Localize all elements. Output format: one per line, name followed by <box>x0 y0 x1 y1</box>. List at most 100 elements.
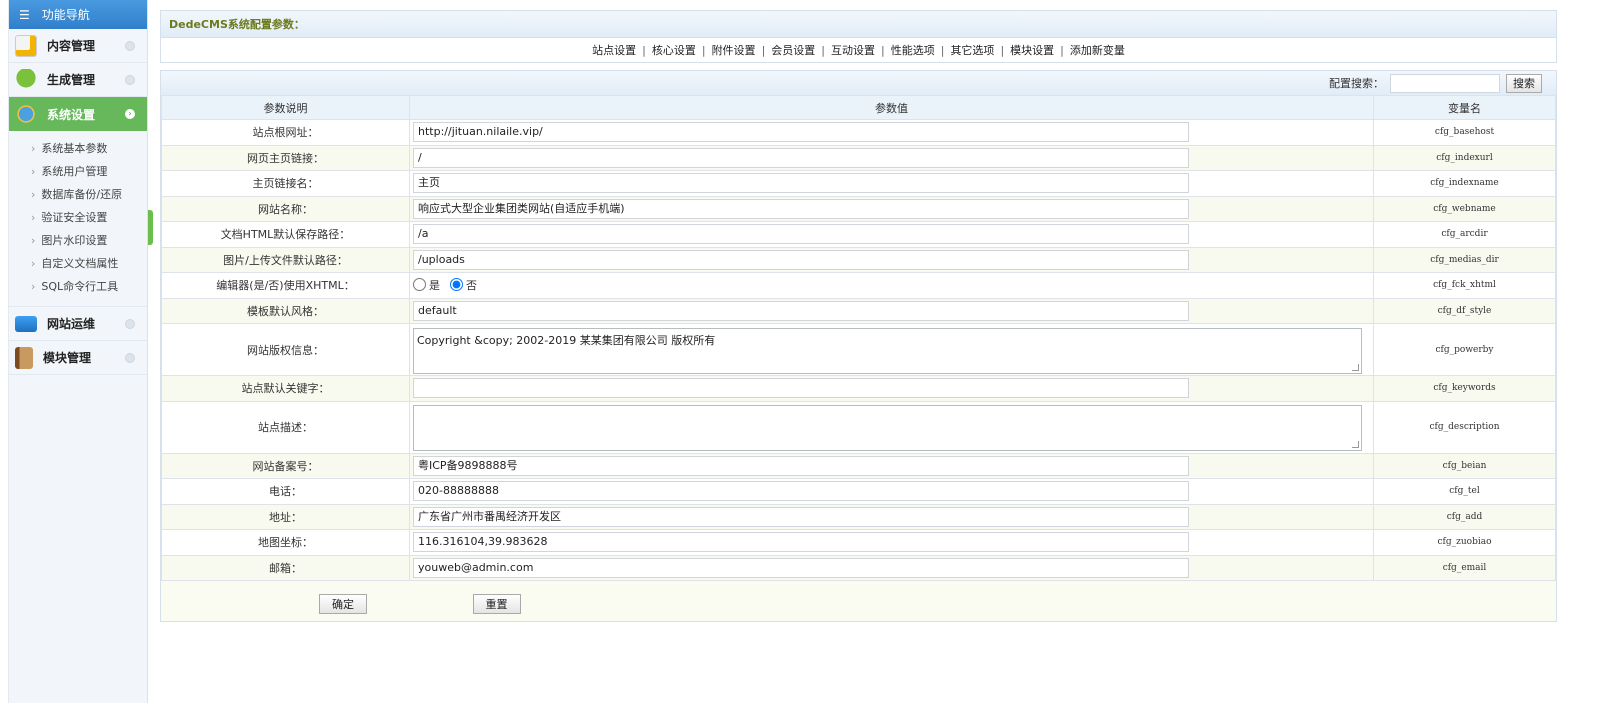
submenu-item[interactable]: 系统基本参数 <box>9 137 147 160</box>
param-value: youweb@admin.com <box>409 554 1374 581</box>
param-label: 邮箱： <box>161 554 410 581</box>
config-tab[interactable]: 站点设置 <box>592 44 636 57</box>
cfg_beian-input[interactable]: 粤ICP备9898888号 <box>413 455 1189 476</box>
param-label: 主页链接名： <box>161 170 410 197</box>
cfg_zuobiao-input[interactable]: 116.316104,39.983628 <box>413 532 1189 553</box>
config-tab[interactable]: 附件设置 <box>712 44 756 57</box>
variable-name: cfg_webname <box>1373 195 1556 222</box>
reset-button[interactable]: 重置 <box>472 594 521 614</box>
monitor-icon <box>15 315 37 332</box>
tab-separator: | <box>1000 44 1005 57</box>
cfg_arcdir-input[interactable]: /a <box>413 224 1189 245</box>
submenu-item[interactable]: SQL命令行工具 <box>9 275 147 298</box>
param-label: 文档HTML默认保存路径： <box>161 221 410 248</box>
cfg_keywords-input[interactable] <box>413 378 1189 399</box>
sidebar-item-label: 系统设置 <box>47 107 96 122</box>
config-tab[interactable]: 添加新变量 <box>1070 44 1125 57</box>
sidebar-item-modules[interactable]: 模块管理 <box>9 341 147 375</box>
table-row: 编辑器(是/否)使用XHTML：是否 cfg_fck_xhtml <box>161 272 1556 299</box>
sidebar-item-content[interactable]: 内容管理 <box>9 29 147 63</box>
cfg_indexurl-input[interactable]: / <box>413 147 1189 168</box>
param-value: default <box>409 297 1374 324</box>
tab-separator: | <box>821 44 825 57</box>
expand-icon <box>125 40 135 51</box>
page-title: DedeCMS系统配置参数： <box>161 11 1556 38</box>
radio-button[interactable] <box>413 278 426 291</box>
param-value: 是否 <box>409 272 1374 299</box>
cfg_basehost-input[interactable]: http://jituan.nilaile.vip/ <box>413 122 1189 143</box>
cfg_powerby-textarea[interactable]: Copyright &copy; 2002-2019 某某集团有限公司 版权所有 <box>413 327 1362 374</box>
submenu-item[interactable]: 图片水印设置 <box>9 229 147 252</box>
expand-icon <box>125 318 135 329</box>
config-tab[interactable]: 模块设置 <box>1010 44 1054 57</box>
radio-label: 是 <box>429 278 440 292</box>
cfg_description-textarea[interactable] <box>413 405 1362 451</box>
cfg_add-input[interactable]: 广东省广州市番禺经济开发区 <box>413 506 1189 527</box>
sidebar-item-label: 内容管理 <box>47 39 96 53</box>
search-label: 配置搜索： <box>1329 77 1384 90</box>
param-value: 主页 <box>409 170 1374 197</box>
sidebar-item-generate[interactable]: 生成管理 <box>9 63 147 97</box>
submenu-item[interactable]: 数据库备份/还原 <box>9 183 147 206</box>
sidebar-item-system[interactable]: 系统设置 › <box>9 97 147 131</box>
radio-label: 否 <box>466 278 477 292</box>
search-input[interactable] <box>1390 73 1500 93</box>
param-value: 响应式大型企业集团类网站(自适应手机端) <box>409 195 1374 222</box>
table-row: 文档HTML默认保存路径：/a cfg_arcdir <box>161 221 1556 248</box>
table-row: 网页主页链接： / cfg_indexurl <box>161 144 1556 171</box>
variable-name: cfg_beian <box>1373 452 1556 479</box>
param-value <box>409 375 1374 402</box>
param-value: http://jituan.nilaile.vip/ <box>409 119 1374 146</box>
cfg_webname-input[interactable]: 响应式大型企业集团类网站(自适应手机端) <box>413 198 1189 219</box>
table-row: 图片/上传文件默认路径：/uploads cfg_medias_dir <box>161 246 1556 273</box>
cfg_indexname-input[interactable]: 主页 <box>413 173 1189 194</box>
submenu-item[interactable]: 验证安全设置 <box>9 206 147 229</box>
cfg_df_style-input[interactable]: default <box>413 300 1189 321</box>
param-value: 116.316104,39.983628 <box>409 529 1374 556</box>
param-value: / <box>409 144 1374 171</box>
sidebar-header: ☰ 功能导航 <box>9 0 147 29</box>
param-label: 地址： <box>161 503 410 530</box>
variable-name: cfg_medias_dir <box>1373 246 1556 273</box>
cfg_tel-input[interactable]: 020-88888888 <box>413 481 1189 502</box>
submenu-item[interactable]: 系统用户管理 <box>9 160 147 183</box>
search-bar: 配置搜索： 搜索 <box>161 71 1556 95</box>
table-row: 地图坐标： 116.316104,39.983628 cfg_zuobiao <box>161 529 1556 556</box>
search-button[interactable]: 搜索 <box>1506 73 1542 93</box>
chevron-right-icon: › <box>125 109 135 119</box>
submenu-item[interactable]: 自定义文档属性 <box>9 252 147 275</box>
radio-button[interactable] <box>450 278 463 291</box>
variable-name: cfg_df_style <box>1373 297 1556 324</box>
config-tab[interactable]: 互动设置 <box>831 44 875 57</box>
column-header: 参数说明 <box>161 95 410 120</box>
cfg_email-input[interactable]: youweb@admin.com <box>413 557 1189 578</box>
submenu: 系统基本参数 系统用户管理 数据库备份/还原 验证安全设置 图片水印设置 自定义… <box>9 131 147 307</box>
param-label: 站点描述： <box>161 400 410 454</box>
sidebar: ☰ 功能导航 内容管理 生成管理 系统设置 › 系统基本参数 系统用户管理 数据库… <box>8 0 148 703</box>
radio-option[interactable]: 否 <box>450 277 477 293</box>
cfg_medias_dir-input[interactable]: /uploads <box>413 249 1189 270</box>
book-icon <box>15 346 33 369</box>
sidebar-item-ops[interactable]: 网站运维 <box>9 307 147 341</box>
param-value: 广东省广州市番禺经济开发区 <box>409 503 1374 530</box>
param-label: 网站备案号： <box>161 452 410 479</box>
param-label: 站点默认关键字： <box>161 375 410 402</box>
config-header-box: DedeCMS系统配置参数： 站点设置 | 核心设置 | 附件设置 | 会员设置 | 互动设置 |… <box>160 10 1557 63</box>
radio-option[interactable]: 是 <box>413 277 440 293</box>
settings-icon <box>15 103 37 125</box>
edit-icon <box>15 34 37 57</box>
config-tab[interactable]: 其它选项 <box>950 44 994 57</box>
confirm-button[interactable]: 确定 <box>319 594 367 614</box>
param-label: 模板默认风格： <box>161 297 410 324</box>
param-label: 站点根网址： <box>161 119 410 146</box>
column-header: 参数值 <box>409 95 1374 120</box>
variable-name: cfg_keywords <box>1373 375 1556 402</box>
config-tab[interactable]: 核心设置 <box>652 44 696 57</box>
column-header: 变量名 <box>1373 95 1556 120</box>
config-tab[interactable]: 性能选项 <box>891 44 935 57</box>
config-tab[interactable]: 会员设置 <box>771 44 815 57</box>
tab-separator: | <box>940 44 945 57</box>
sidebar-toggle[interactable] <box>148 210 153 245</box>
config-table-box: 配置搜索： 搜索 参数说明 参数值 变量名 站点根网址： http://jitua… <box>160 70 1557 622</box>
variable-name: cfg_basehost <box>1373 119 1556 146</box>
